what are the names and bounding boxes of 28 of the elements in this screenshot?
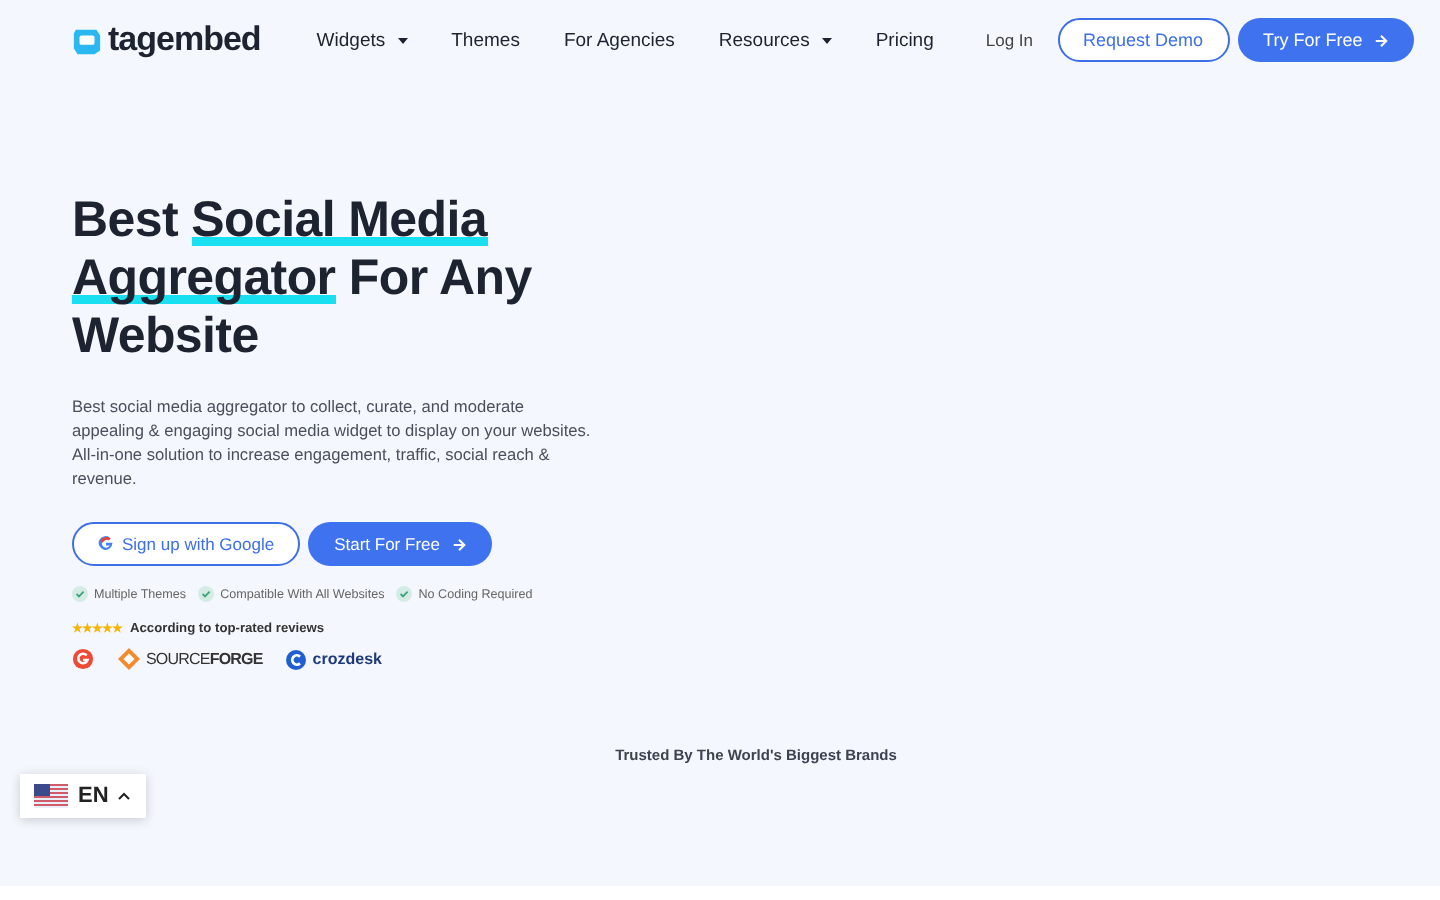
arrow-icon: [1374, 33, 1389, 47]
brand-name: SOURCEFORGE: [146, 650, 263, 668]
language-selector[interactable]: EN: [20, 774, 146, 818]
nav-link[interactable]: For Agencies: [563, 29, 675, 51]
description: Best social media aggregator to collect, curate, and moderate appealing & engaging social media widget to display on your websites. All-in-one solution to increase engagement, traffic, social reach & revenue.: [72, 394, 593, 490]
arrow-icon: [451, 537, 466, 551]
brand-name: crozdesk: [312, 650, 382, 668]
chevron-up-icon: [118, 792, 131, 800]
request-demo-button[interactable]: Request Demo: [1057, 18, 1230, 62]
nav-link[interactable]: Resources: [718, 29, 832, 51]
nav-link[interactable]: Themes: [451, 29, 520, 51]
logo-icon: [72, 25, 102, 55]
try-free-button[interactable]: Try For Free: [1237, 18, 1415, 62]
logo-text: tagembed: [108, 20, 261, 60]
headline: Best Social Media Aggregator For Any Website: [72, 192, 534, 366]
google-icon: [98, 536, 114, 552]
flag-icon: [34, 784, 68, 808]
nav-link[interactable]: Widgets: [316, 29, 408, 51]
google-signup-button[interactable]: Sign up with Google: [72, 522, 301, 566]
check-icon: [72, 586, 88, 602]
g2-logo-icon: [72, 648, 94, 670]
login-link[interactable]: Log In: [985, 30, 1034, 50]
check-icon: [198, 586, 215, 602]
c-logo-icon: [286, 649, 307, 669]
diamond-logo-icon: [118, 648, 140, 670]
check-icon: [396, 586, 413, 602]
start-free-button[interactable]: Start For Free: [308, 522, 492, 566]
nav-link[interactable]: Pricing: [875, 29, 934, 51]
